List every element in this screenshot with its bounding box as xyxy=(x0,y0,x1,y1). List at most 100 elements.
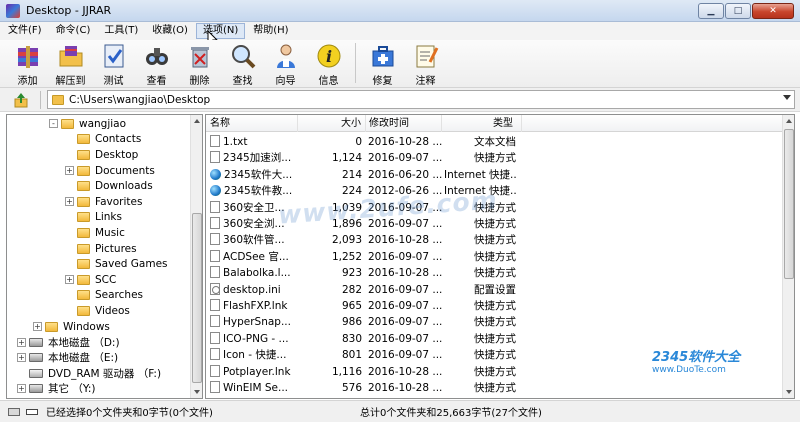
toolbar: 添加 解压到 测试 查看 删除 查找 向导 i 信息 修复 注释 xyxy=(0,40,800,88)
file-row[interactable]: ICO-PNG - ... 830 2016-09-07 ... 快捷方式 xyxy=(206,331,784,347)
wizard-button[interactable]: 向导 xyxy=(264,40,307,87)
file-row[interactable]: FlashFXP.lnk 965 2016-09-07 ... 快捷方式 xyxy=(206,298,784,314)
menu-commands[interactable]: 命令(C) xyxy=(50,23,97,39)
column-header-size[interactable]: 大小 xyxy=(298,115,366,132)
tree-item[interactable]: DVD_RAM 驱动器 （F:) xyxy=(17,366,161,382)
tree-item[interactable]: + Windows xyxy=(33,319,110,335)
tree-item[interactable]: Links xyxy=(65,210,122,226)
selection-status: 已经选择0个文件夹和0字节(0个文件) xyxy=(46,408,213,419)
view-button[interactable]: 查看 xyxy=(135,40,178,87)
add-archive-icon xyxy=(14,42,42,70)
scroll-thumb[interactable] xyxy=(784,129,794,279)
menu-favorites[interactable]: 收藏(O) xyxy=(146,23,194,39)
tree-item[interactable]: Pictures xyxy=(65,241,137,257)
file-date: 2016-10-28 ... xyxy=(368,136,442,148)
key-icon xyxy=(26,408,38,415)
test-button[interactable]: 测试 xyxy=(92,40,135,87)
repair-button[interactable]: 修复 xyxy=(361,40,404,87)
comment-button[interactable]: 注释 xyxy=(404,40,447,87)
tree-item-label: Desktop xyxy=(95,148,139,161)
scroll-up-icon[interactable] xyxy=(786,119,792,123)
file-row[interactable]: Balabolka.l... 923 2016-10-28 ... 快捷方式 xyxy=(206,265,784,281)
expand-icon[interactable]: + xyxy=(33,322,42,332)
folder-icon xyxy=(77,134,90,145)
maximize-button[interactable]: □ xyxy=(725,3,751,19)
file-name-cell: HyperSnap... xyxy=(210,314,296,330)
menu-tools[interactable]: 工具(T) xyxy=(98,23,144,39)
tree-item[interactable]: + Documents xyxy=(65,163,155,179)
column-header-date[interactable]: 修改时间 xyxy=(366,115,442,132)
tree-item[interactable]: Videos xyxy=(65,303,130,319)
total-status: 总计0个文件夹和25,663字节(27个文件) xyxy=(360,408,542,419)
file-icon xyxy=(210,200,220,213)
file-row[interactable]: 2345软件大... 214 2016-06-20 ... Internet 快捷..… xyxy=(206,167,784,183)
file-row[interactable]: desktop.ini 282 2016-09-07 ... 配置设置 xyxy=(206,282,784,298)
tree-item[interactable]: Desktop xyxy=(65,147,138,163)
chevron-down-icon[interactable] xyxy=(783,95,791,100)
tree-item-label: 本地磁盘 （E:) xyxy=(48,352,119,365)
file-icon xyxy=(210,315,220,328)
file-name: HyperSnap... xyxy=(223,316,291,329)
view-label: 查看 xyxy=(146,76,167,87)
dvd-drive-icon xyxy=(29,368,43,378)
file-row[interactable]: 2345加速浏... 1,124 2016-09-07 ... 快捷方式 xyxy=(206,150,784,166)
tree-scrollbar[interactable] xyxy=(190,115,202,398)
file-row[interactable]: ACDSee 官... 1,252 2016-09-07 ... 快捷方式 xyxy=(206,249,784,265)
folder-icon xyxy=(77,165,90,176)
tree-item[interactable]: Contacts xyxy=(65,132,141,148)
test-label: 测试 xyxy=(103,76,124,87)
column-header-type[interactable]: 类型 xyxy=(442,115,522,132)
path-combobox[interactable]: C:\Users\wangjiao\Desktop xyxy=(47,90,795,109)
file-name-cell: 2345加速浏... xyxy=(210,150,296,166)
menu-options[interactable]: 选项(N) xyxy=(195,23,246,39)
add-button[interactable]: 添加 xyxy=(6,40,49,87)
window-controls: ▁ □ ✕ xyxy=(697,3,794,19)
menu-file[interactable]: 文件(F) xyxy=(2,23,48,39)
expand-icon[interactable]: + xyxy=(17,353,26,363)
delete-label: 删除 xyxy=(189,76,210,87)
file-name-cell: 2345软件教... xyxy=(210,183,296,199)
collapse-icon[interactable]: - xyxy=(49,119,58,129)
scroll-up-icon[interactable] xyxy=(194,119,200,123)
tree-item[interactable]: + 本地磁盘 （E:) xyxy=(17,350,118,366)
tree-item[interactable]: Downloads xyxy=(65,178,153,194)
file-type: Internet 快捷... xyxy=(444,168,516,181)
file-name: WinEIM Se... xyxy=(223,382,288,394)
delete-button[interactable]: 删除 xyxy=(178,40,221,87)
expand-icon[interactable]: + xyxy=(65,275,74,285)
menu-help[interactable]: 帮助(H) xyxy=(247,23,294,39)
file-name-cell: 2345软件大... xyxy=(210,167,296,183)
tree-item[interactable]: Saved Games xyxy=(65,256,168,272)
tree-item[interactable]: + 其它 （Y:) xyxy=(17,381,96,397)
tree-item-label: Searches xyxy=(95,289,144,302)
file-row[interactable]: HyperSnap... 986 2016-09-07 ... 快捷方式 xyxy=(206,314,784,330)
up-folder-button[interactable] xyxy=(12,91,30,109)
folder-tree[interactable]: - wangjiao Contacts Desktop + Documents Downlo… xyxy=(6,114,203,399)
tree-item-label: SCC xyxy=(95,273,117,286)
info-button[interactable]: i 信息 xyxy=(307,40,350,87)
file-row[interactable]: 360软件管... 2,093 2016-10-28 ... 快捷方式 xyxy=(206,232,784,248)
column-header-name[interactable]: 名称 xyxy=(206,115,298,132)
find-button[interactable]: 查找 xyxy=(221,40,264,87)
add-label: 添加 xyxy=(17,76,38,87)
tree-item[interactable]: + SCC xyxy=(65,272,116,288)
file-type: 快捷方式 xyxy=(474,218,516,230)
tree-item[interactable]: Music xyxy=(65,225,125,241)
close-button[interactable]: ✕ xyxy=(752,3,794,19)
tree-item[interactable]: + 本地磁盘 （D:) xyxy=(17,334,120,350)
tree-item[interactable]: - wangjiao xyxy=(49,116,126,132)
expand-icon[interactable]: + xyxy=(65,197,74,207)
scroll-thumb[interactable] xyxy=(192,213,202,383)
tree-item[interactable]: + Favorites xyxy=(65,194,142,210)
file-date: 2016-09-07 ... xyxy=(368,349,442,362)
file-type: 快捷方式 xyxy=(474,300,516,312)
minimize-button[interactable]: ▁ xyxy=(698,3,724,19)
tree-item[interactable]: Searches xyxy=(65,288,143,304)
test-check-icon xyxy=(100,42,128,70)
extract-to-button[interactable]: 解压到 xyxy=(49,40,92,87)
file-row[interactable]: 1.txt 0 2016-10-28 ... 文本文档 xyxy=(206,134,784,150)
expand-icon[interactable]: + xyxy=(65,166,74,176)
expand-icon[interactable]: + xyxy=(17,337,26,347)
scroll-down-icon[interactable] xyxy=(194,390,200,394)
expand-icon[interactable]: + xyxy=(17,384,26,394)
